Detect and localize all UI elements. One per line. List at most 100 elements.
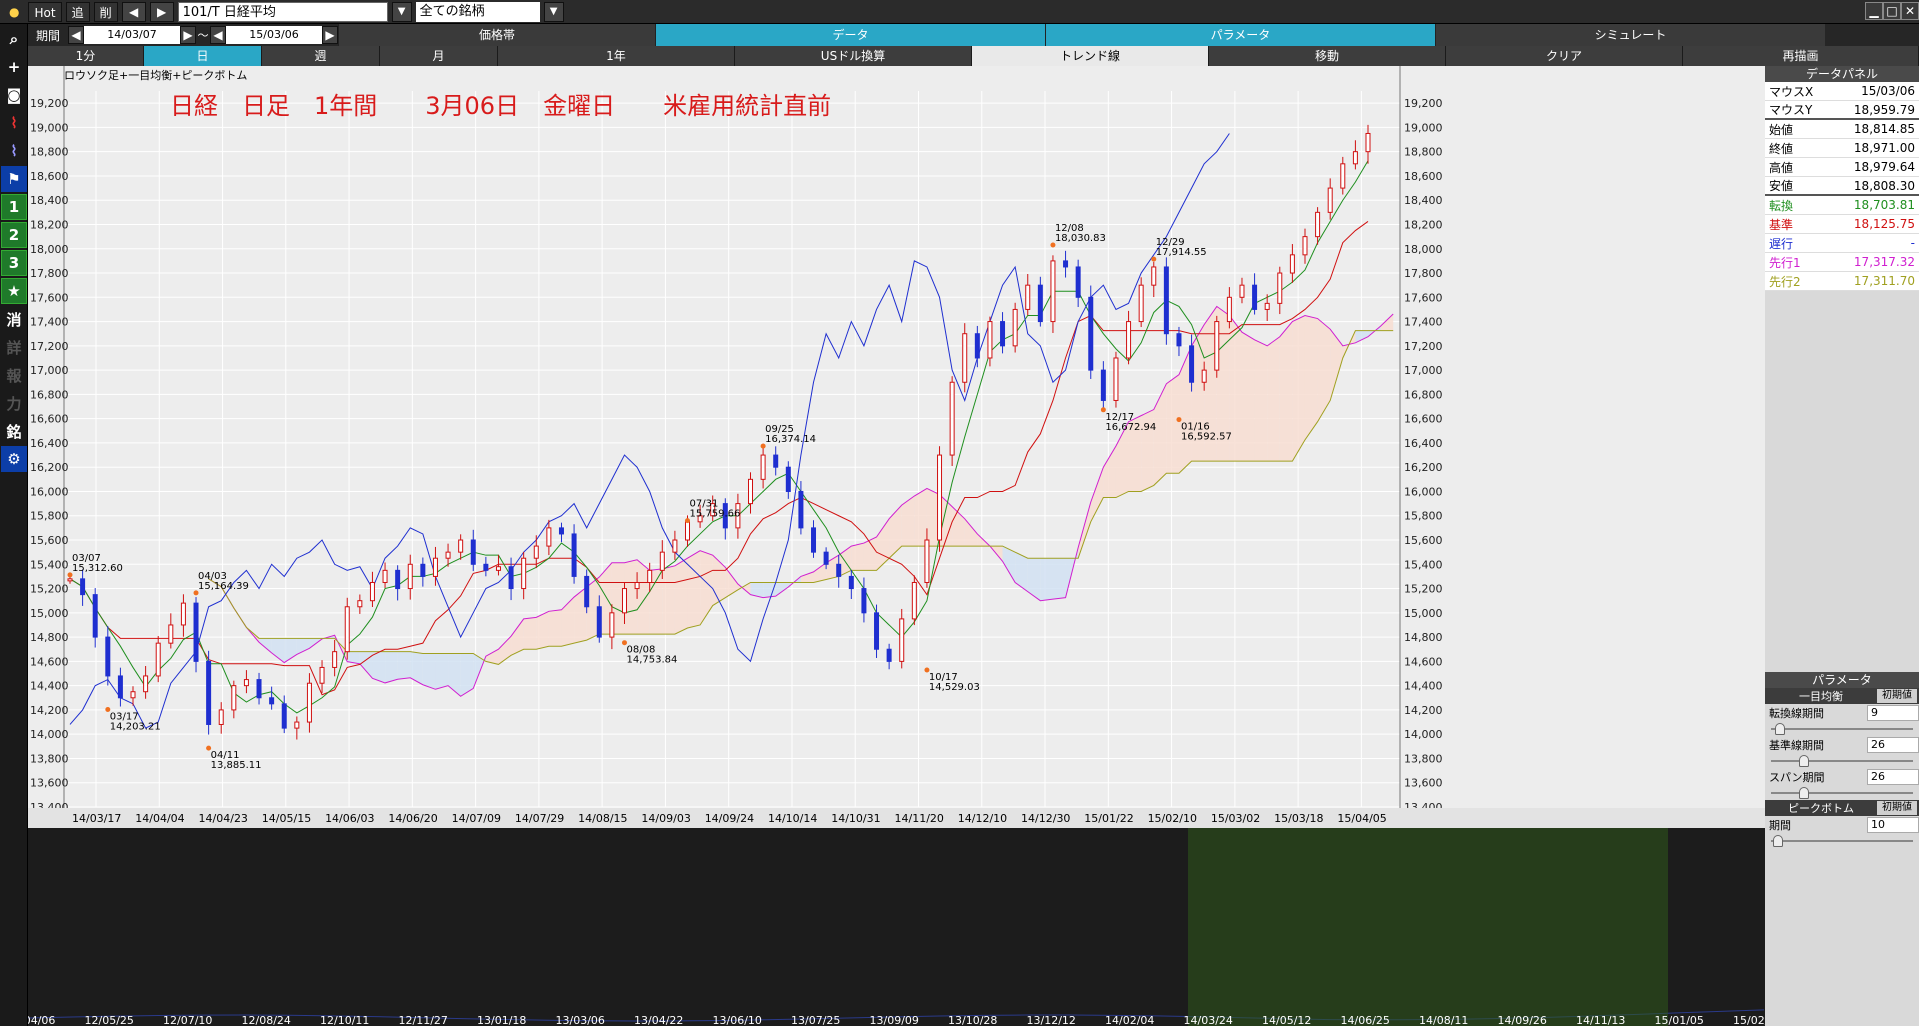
star-icon[interactable]: ★: [1, 278, 27, 304]
data-key: 転換: [1769, 198, 1794, 213]
flag-icon[interactable]: ⚑: [1, 166, 27, 192]
to-date-field[interactable]: 15/03/06: [226, 26, 322, 44]
tab-day[interactable]: 日: [144, 46, 262, 66]
y-tick-label: 15,400: [30, 558, 69, 571]
delete-button[interactable]: 削: [93, 1, 118, 22]
filter-dropdown-button[interactable]: ▼: [543, 1, 564, 22]
candle-body: [495, 566, 501, 571]
maximize-button[interactable]: □: [1883, 2, 1901, 20]
y-tick-label: 16,400: [30, 437, 69, 450]
preset-3-button[interactable]: 3: [1, 250, 27, 276]
preset-2-button[interactable]: 2: [1, 222, 27, 248]
search-icon[interactable]: ⌕: [1, 26, 27, 52]
peak-value-label: 15,759.66: [689, 509, 740, 520]
y-tick-label: 14,200: [30, 704, 69, 717]
symbol-dropdown-button[interactable]: ▼: [391, 1, 412, 22]
data-panel-title: データパネル: [1765, 66, 1919, 82]
tab-simulate[interactable]: シミュレート: [1435, 24, 1825, 46]
camera-icon[interactable]: ◙: [1, 82, 27, 108]
ichimoku-reset-button[interactable]: 初期値: [1877, 689, 1917, 703]
move-button[interactable]: 移動: [1209, 46, 1446, 66]
param-value-field[interactable]: 26: [1867, 769, 1919, 785]
minimize-button[interactable]: ▁: [1865, 2, 1883, 20]
redraw-button[interactable]: 再描画: [1683, 46, 1919, 66]
symbol-field[interactable]: 101/T 日経平均: [177, 1, 388, 22]
cloud-segment: [1052, 558, 1066, 600]
y-tick-label: 17,000: [1404, 364, 1443, 377]
param-value-field[interactable]: 9: [1867, 705, 1919, 721]
candle-body: [596, 606, 602, 638]
clear-button[interactable]: クリア: [1446, 46, 1683, 66]
chart-compare-icon[interactable]: ⌇: [1, 138, 27, 164]
param-value-field[interactable]: 10: [1867, 817, 1919, 833]
tab-parameter[interactable]: パラメータ: [1045, 24, 1435, 46]
y-tick-label: 15,800: [1404, 510, 1443, 523]
tab-data[interactable]: データ: [655, 24, 1045, 46]
detail-button[interactable]: 詳: [1, 334, 27, 360]
y-tick-label: 17,400: [1404, 316, 1443, 329]
candle-body: [369, 581, 375, 602]
param-value-field[interactable]: 26: [1867, 737, 1919, 753]
preset-1-button[interactable]: 1: [1, 194, 27, 220]
filter-select[interactable]: 全ての銘柄: [415, 1, 540, 22]
stock-button[interactable]: 銘: [1, 418, 27, 444]
gear-icon[interactable]: ⚙: [1, 446, 27, 472]
x-tick-label: 15/02/10: [1148, 812, 1197, 825]
x-tick-label: 14/11/20: [895, 812, 944, 825]
y-tick-label: 13,800: [30, 752, 69, 765]
next-symbol-button[interactable]: ▶: [149, 1, 174, 22]
candle-body: [256, 679, 262, 699]
slider-knob[interactable]: [1799, 755, 1809, 767]
chart-line-icon[interactable]: ⌇: [1, 110, 27, 136]
data-value: 18,808.30: [1853, 178, 1915, 193]
ichimoku-section: 一目均衡 初期値: [1765, 688, 1919, 704]
tab-month[interactable]: 月: [380, 46, 498, 66]
overview-selection: [1188, 828, 1668, 1026]
candle-body: [899, 618, 905, 662]
from-next-button[interactable]: ▶: [180, 26, 196, 44]
candle-body: [382, 569, 388, 583]
candle-body: [432, 557, 438, 577]
crosshair-icon[interactable]: +: [1, 54, 27, 80]
data-row: マウスY 18,959.79: [1765, 101, 1919, 120]
prev-symbol-button[interactable]: ◀: [121, 1, 146, 22]
report-button[interactable]: 報: [1, 362, 27, 388]
to-prev-button[interactable]: ◀: [210, 26, 226, 44]
tab-week[interactable]: 週: [262, 46, 380, 66]
candle-body: [1025, 284, 1031, 310]
param-slider[interactable]: [1769, 834, 1915, 848]
price-chart[interactable]: 03/0715,312.6004/0315,164.3903/1714,203.…: [6, 66, 1782, 1026]
triangle-left-icon: ◀: [213, 28, 223, 42]
data-row: 安値 18,808.30: [1765, 177, 1919, 196]
from-date-field[interactable]: 14/03/07: [84, 26, 180, 44]
param-slider[interactable]: [1769, 754, 1915, 768]
from-prev-button[interactable]: ◀: [68, 26, 84, 44]
candle-body: [193, 602, 199, 662]
add-button[interactable]: 追: [65, 1, 90, 22]
y-tick-label: 18,000: [30, 243, 69, 256]
tab-1year[interactable]: 1年: [498, 46, 735, 66]
bulb-icon[interactable]: ●: [4, 2, 24, 22]
peak-reset-button[interactable]: 初期値: [1877, 801, 1917, 815]
candle-body: [609, 612, 615, 638]
close-button[interactable]: ✕: [1901, 2, 1919, 20]
slider-knob[interactable]: [1775, 723, 1785, 735]
tab-1min[interactable]: 1分: [28, 46, 144, 66]
usd-convert-button[interactable]: USドル換算: [735, 46, 972, 66]
param-slider[interactable]: [1769, 786, 1915, 800]
triangle-right-icon: ▶: [325, 28, 335, 42]
slider-knob[interactable]: [1773, 835, 1783, 847]
erase-button[interactable]: 消: [1, 306, 27, 332]
input-button[interactable]: 力: [1, 390, 27, 416]
chart-area[interactable]: 03/07 15,312.60 04/03 15,164.39 03/17 14,203.…: [6, 66, 1782, 1026]
slider-knob[interactable]: [1799, 787, 1809, 799]
y-tick-label: 14,000: [1404, 728, 1443, 741]
to-next-button[interactable]: ▶: [322, 26, 338, 44]
trendline-button[interactable]: トレンド線: [972, 46, 1209, 66]
param-slider[interactable]: [1769, 722, 1915, 736]
candle-body: [1302, 236, 1308, 256]
hot-button[interactable]: Hot: [28, 1, 62, 22]
tab-price-zone[interactable]: 価格帯: [338, 24, 655, 46]
overview-date-label: 14/03/24: [1184, 1014, 1233, 1026]
y-tick-label: 15,600: [30, 534, 69, 547]
